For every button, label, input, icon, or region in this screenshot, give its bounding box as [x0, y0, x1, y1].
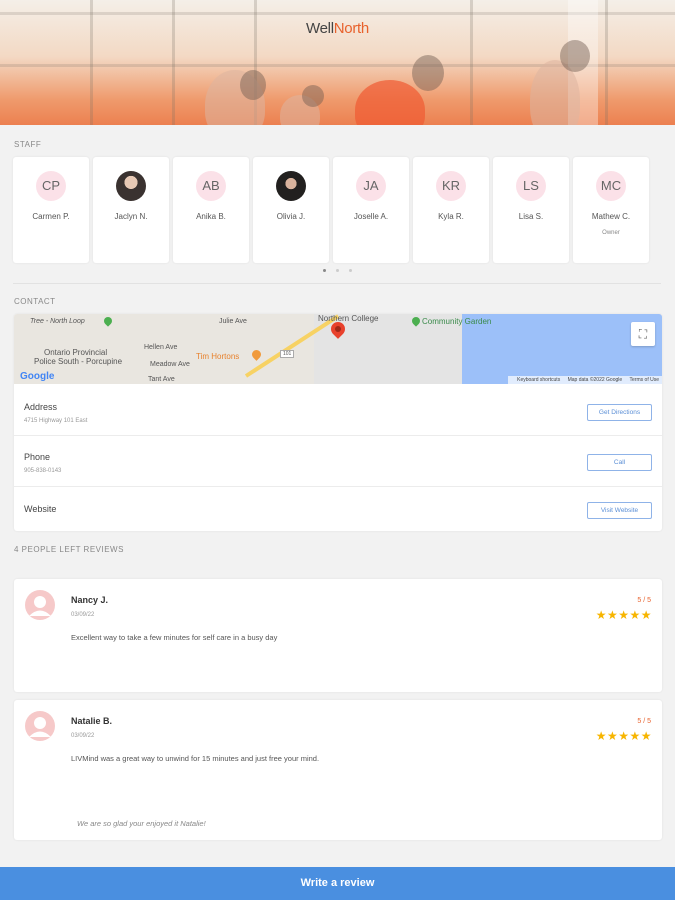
staff-avatar: JA: [356, 171, 386, 201]
staff-avatar: KR: [436, 171, 466, 201]
staff-name: Carmen P.: [32, 212, 70, 221]
review-score: 5 / 5: [637, 718, 651, 725]
review-date: 03/09/22: [71, 733, 95, 739]
map-label: Northern College: [318, 314, 379, 323]
staff-name: Joselle A.: [353, 212, 389, 221]
section-divider: [13, 283, 661, 284]
restaurant-pin-icon: [250, 348, 263, 361]
staff-avatar: LS: [516, 171, 546, 201]
map-label: Tant Ave: [148, 376, 175, 383]
map-label: Tim Hortons: [196, 352, 240, 361]
get-directions-button[interactable]: Get Directions: [587, 404, 652, 421]
website-title: Website: [24, 504, 57, 514]
visit-website-button[interactable]: Visit Website: [587, 502, 652, 519]
google-logo: Google: [20, 371, 55, 382]
review-date: 03/09/22: [71, 612, 95, 618]
staff-name: Mathew C.: [591, 212, 631, 221]
staff-card[interactable]: JA Joselle A.: [333, 157, 409, 263]
staff-avatar: AB: [196, 171, 226, 201]
staff-name: Anika B.: [196, 212, 226, 221]
map-label: Community Garden: [422, 317, 492, 326]
staff-card[interactable]: KR Kyla R.: [413, 157, 489, 263]
owner-reply: We are so glad your enjoyed it Natalie!: [77, 819, 206, 828]
keyboard-shortcuts-link[interactable]: Keyboard shortcuts: [517, 377, 560, 383]
contact-section-label: CONTACT: [14, 297, 56, 306]
staff-avatar-photo: [276, 171, 306, 201]
hero-banner: WellNorth: [0, 0, 675, 125]
brand-part-1: Well: [306, 20, 334, 37]
pagination-dot[interactable]: [349, 269, 352, 272]
staff-name: Jaclyn N.: [114, 212, 148, 221]
star-rating: ★★★★★: [595, 729, 652, 743]
review-text: Excellent way to take a few minutes for …: [71, 633, 278, 642]
map-data-credit: Map data ©2022 Google: [567, 377, 623, 383]
write-review-button[interactable]: Write a review: [0, 867, 675, 900]
staff-card[interactable]: Jaclyn N.: [93, 157, 169, 263]
staff-section-label: STAFF: [14, 140, 42, 149]
brand-logo: WellNorth: [0, 20, 675, 37]
brand-part-2: North: [333, 20, 369, 37]
review-card: Natalie B. 03/09/22 LIVMind was a great …: [14, 700, 662, 840]
staff-avatar-photo: [116, 171, 146, 201]
staff-name: Lisa S.: [518, 212, 544, 221]
review-card: Nancy J. 03/09/22 Excellent way to take …: [14, 579, 662, 692]
map-label: Police South - Porcupine: [34, 357, 123, 366]
contact-card: Tree - North Loop Ontario Provincial Pol…: [14, 314, 662, 531]
phone-row: Phone 905-838-0143 Call: [14, 437, 662, 487]
phone-value: 905-838-0143: [24, 468, 62, 474]
pagination-dot-active[interactable]: [323, 269, 326, 272]
address-title: Address: [24, 402, 58, 412]
staff-card[interactable]: MC Mathew C. Owner: [573, 157, 649, 263]
reviewer-name: Natalie B.: [71, 716, 113, 726]
terms-link[interactable]: Terms of Use: [630, 377, 659, 383]
staff-name: Kyla R.: [438, 212, 464, 221]
map-footer: Keyboard shortcuts Map data ©2022 Google…: [508, 376, 662, 384]
route-badge: 101: [280, 350, 295, 358]
phone-title: Phone: [24, 452, 51, 462]
staff-avatar: CP: [36, 171, 66, 201]
staff-role: Owner: [602, 230, 620, 236]
map-label: Julie Ave: [219, 318, 247, 325]
user-avatar-icon: [25, 590, 55, 620]
staff-card[interactable]: Olivia J.: [253, 157, 329, 263]
map-label: Ontario Provincial: [44, 348, 108, 357]
address-value: 4715 Highway 101 East: [24, 418, 88, 424]
map-label: Hellen Ave: [144, 344, 178, 351]
star-rating: ★★★★★: [595, 608, 652, 622]
fullscreen-icon[interactable]: ⛶: [631, 322, 655, 346]
address-row: Address 4715 Highway 101 East Get Direct…: [14, 386, 662, 436]
carousel-pagination: [320, 269, 360, 275]
park-pin-icon: [102, 315, 114, 327]
map-label: Tree - North Loop: [30, 318, 85, 325]
reviewer-name: Nancy J.: [71, 595, 109, 605]
staff-card[interactable]: CP Carmen P.: [13, 157, 89, 263]
staff-card[interactable]: LS Lisa S.: [493, 157, 569, 263]
location-map[interactable]: Tree - North Loop Ontario Provincial Pol…: [14, 314, 662, 384]
user-avatar-icon: [25, 711, 55, 741]
review-score: 5 / 5: [637, 597, 651, 604]
call-button[interactable]: Call: [587, 454, 652, 471]
map-label: Meadow Ave: [150, 361, 190, 368]
review-text: LIVMind was a great way to unwind for 15…: [71, 754, 320, 763]
staff-avatar: MC: [596, 171, 626, 201]
reviews-section-label: 4 PEOPLE LEFT REVIEWS: [14, 545, 124, 554]
staff-card[interactable]: AB Anika B.: [173, 157, 249, 263]
staff-carousel[interactable]: CP Carmen P. Jaclyn N. AB Anika B. Olivi…: [13, 157, 675, 263]
pagination-dot[interactable]: [336, 269, 339, 272]
website-row: Website Visit Website: [14, 488, 662, 531]
staff-name: Olivia J.: [276, 212, 306, 221]
